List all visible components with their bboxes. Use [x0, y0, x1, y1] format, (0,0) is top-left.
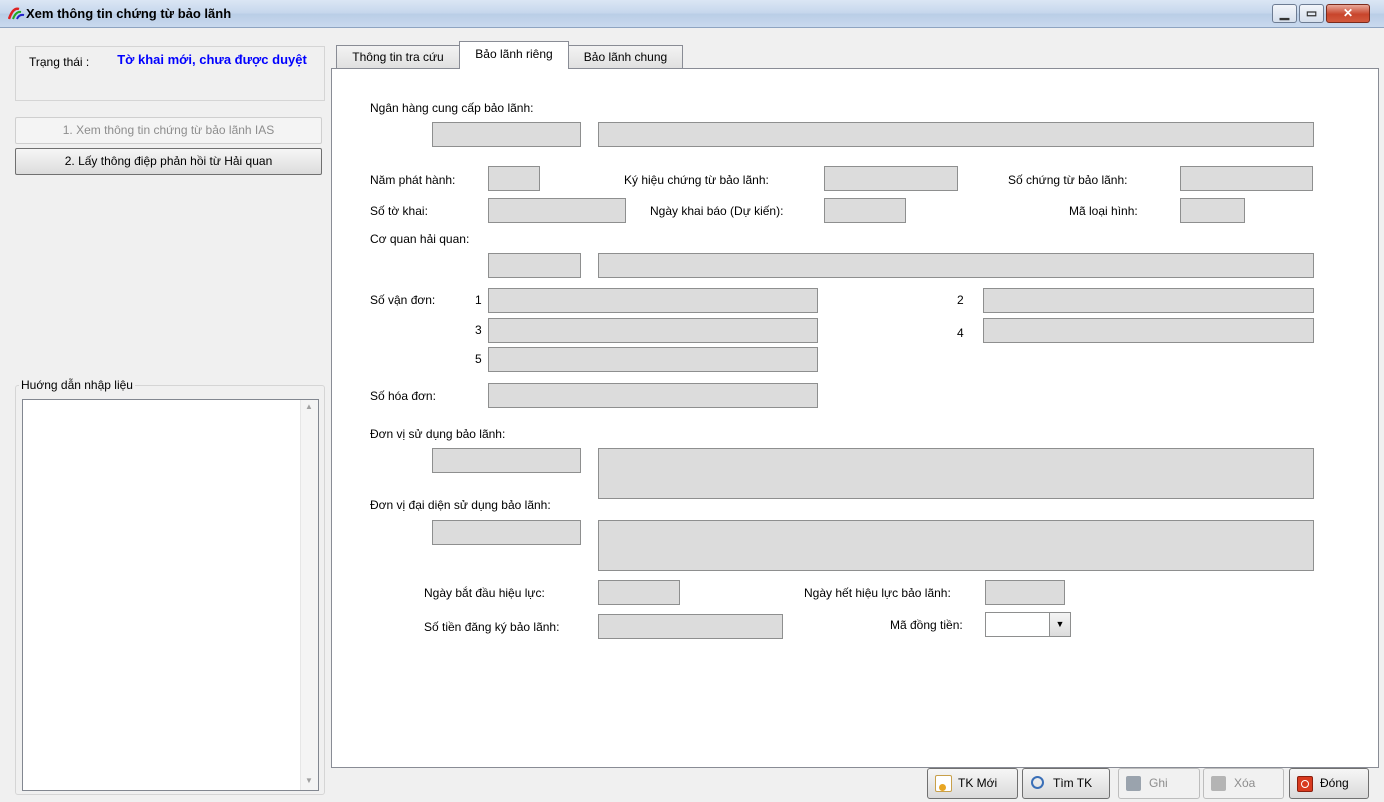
end-date-label: Ngày hết hiệu lực bảo lãnh: [804, 586, 951, 600]
type-code-field[interactable] [1180, 198, 1245, 223]
chevron-down-icon[interactable]: ▼ [1049, 613, 1070, 636]
delete-icon [1211, 776, 1226, 791]
bill-num-1: 1 [475, 293, 482, 307]
scroll-down-icon[interactable]: ▼ [305, 776, 313, 785]
bill-field-3[interactable] [488, 318, 818, 343]
user-unit-code-field[interactable] [432, 448, 581, 473]
guide-textarea[interactable] [22, 399, 319, 791]
currency-select[interactable]: ▼ [985, 612, 1071, 637]
bill-field-2[interactable] [983, 288, 1314, 313]
invoice-label: Số hóa đơn: [370, 389, 436, 403]
maximize-button[interactable]: ▭ [1299, 4, 1324, 23]
view-ias-button[interactable]: 1. Xem thông tin chứng từ bảo lãnh IAS [15, 117, 322, 144]
bill-num-5: 5 [475, 352, 482, 366]
customs-label: Cơ quan hải quan: [370, 232, 470, 246]
currency-label: Mã đồng tiền: [890, 618, 963, 632]
declaration-date-label: Ngày khai báo (Dự kiến): [650, 204, 784, 218]
bill-label: Số vận đơn: [370, 293, 436, 307]
bill-field-1[interactable] [488, 288, 818, 313]
new-declaration-button[interactable]: TK Mới [927, 768, 1018, 799]
find-declaration-button[interactable]: Tìm TK [1022, 768, 1110, 799]
symbol-label: Ký hiệu chứng từ bảo lãnh: [624, 173, 769, 187]
type-code-label: Mã loại hình: [1069, 204, 1138, 218]
minimize-button[interactable]: ▁ [1272, 4, 1297, 23]
new-declaration-label: TK Mới [958, 776, 998, 790]
delete-label: Xóa [1234, 776, 1256, 790]
status-label: Trạng thái : [29, 55, 90, 69]
app-logo-icon [8, 7, 25, 20]
new-document-icon [935, 775, 952, 792]
bill-num-4: 4 [957, 326, 964, 340]
guide-title: Huớng dẫn nhập liệu [19, 378, 135, 392]
user-unit-label: Đơn vị sử dụng bảo lãnh: [370, 427, 506, 441]
bill-field-5[interactable] [488, 347, 818, 372]
close-window-button[interactable]: ✕ [1326, 4, 1370, 23]
declaration-date-field[interactable] [824, 198, 906, 223]
close-icon: ✕ [1342, 6, 1354, 20]
tab-lookup-info[interactable]: Thông tin tra cứu [336, 45, 460, 68]
bank-label: Ngân hàng cung cấp bảo lãnh: [370, 101, 534, 115]
find-declaration-label: Tìm TK [1053, 776, 1093, 790]
delete-button[interactable]: Xóa [1203, 768, 1284, 799]
rep-unit-label: Đơn vị đại diện sử dụng bảo lãnh: [370, 498, 551, 512]
user-unit-name-field[interactable] [598, 448, 1314, 499]
doc-no-label: Số chứng từ bảo lãnh: [1008, 173, 1128, 187]
declaration-no-field[interactable] [488, 198, 626, 223]
customs-name-field[interactable] [598, 253, 1314, 278]
guide-scrollbar[interactable]: ▲ ▼ [300, 400, 318, 790]
symbol-field[interactable] [824, 166, 958, 191]
customs-code-field[interactable] [488, 253, 581, 278]
status-value: Tờ khai mới, chưa được duyệt [117, 52, 307, 67]
bill-field-4[interactable] [983, 318, 1314, 343]
close-form-button[interactable]: Đóng [1289, 768, 1369, 799]
close-form-label: Đóng [1320, 776, 1349, 790]
save-button[interactable]: Ghi [1118, 768, 1200, 799]
scroll-up-icon[interactable]: ▲ [305, 402, 313, 411]
maximize-icon: ▭ [1305, 6, 1318, 20]
year-field[interactable] [488, 166, 540, 191]
end-date-field[interactable] [985, 580, 1065, 605]
tab-private-guarantee[interactable]: Bảo lãnh riêng [459, 41, 569, 69]
search-icon [1031, 776, 1044, 789]
bill-num-2: 2 [957, 293, 964, 307]
bank-code-field[interactable] [432, 122, 581, 147]
start-date-field[interactable] [598, 580, 680, 605]
get-customs-reply-button[interactable]: 2. Lấy thông điệp phản hồi từ Hải quan [15, 148, 322, 175]
amount-label: Số tiền đăng ký bảo lãnh: [424, 620, 560, 634]
year-label: Năm phát hành: [370, 173, 456, 187]
invoice-field[interactable] [488, 383, 818, 408]
tab-general-guarantee[interactable]: Bảo lãnh chung [568, 45, 683, 68]
window-title: Xem thông tin chứng từ bảo lãnh [26, 6, 232, 21]
start-date-label: Ngày bắt đầu hiệu lực: [424, 586, 545, 600]
rep-unit-code-field[interactable] [432, 520, 581, 545]
power-icon [1297, 776, 1313, 792]
bill-num-3: 3 [475, 323, 482, 337]
save-label: Ghi [1149, 776, 1168, 790]
rep-unit-name-field[interactable] [598, 520, 1314, 571]
doc-no-field[interactable] [1180, 166, 1313, 191]
amount-field[interactable] [598, 614, 783, 639]
save-icon [1126, 776, 1141, 791]
bank-name-field[interactable] [598, 122, 1314, 147]
declaration-no-label: Số tờ khai: [370, 204, 428, 218]
minimize-icon: ▁ [1279, 6, 1290, 20]
